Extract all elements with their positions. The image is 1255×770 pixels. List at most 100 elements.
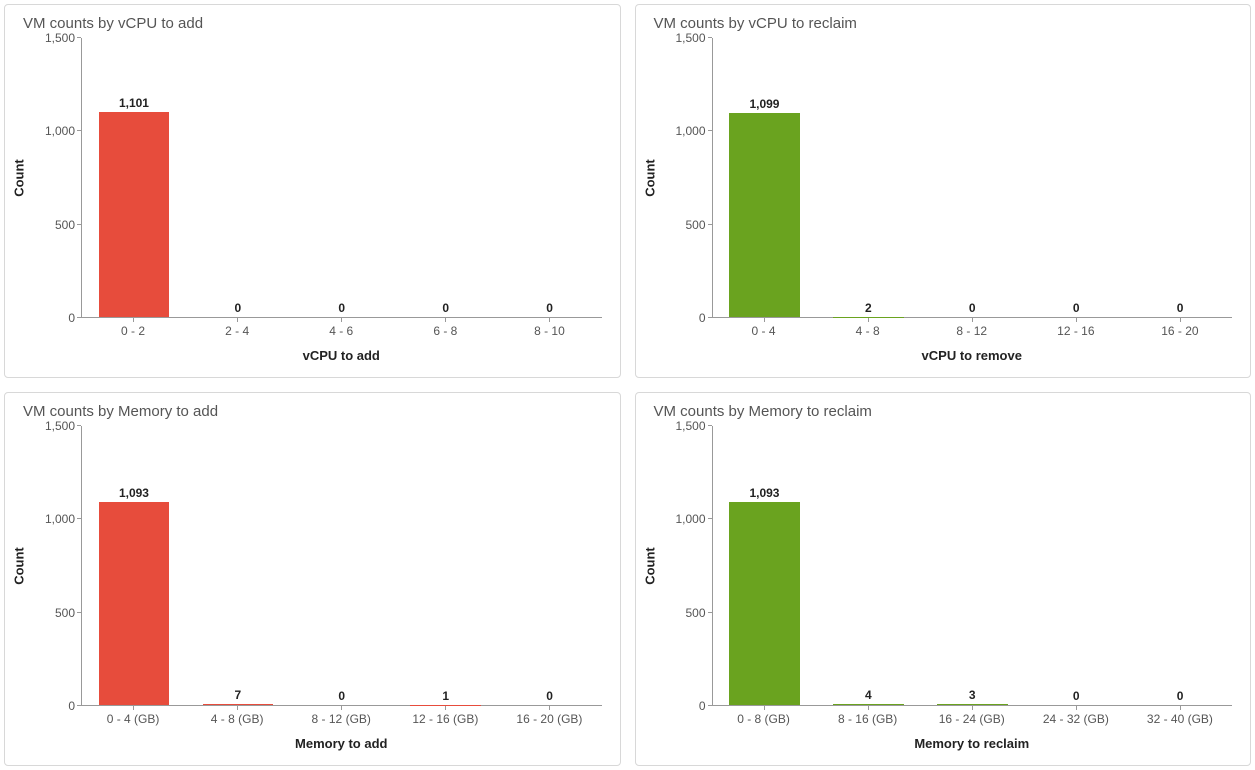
y-tick: 1,500	[45, 31, 75, 45]
bars-row: 1,093 7 0 1 0	[82, 426, 602, 705]
y-tick: 0	[68, 311, 75, 325]
panel-memory-add: VM counts by Memory to add Count 1,500 1…	[4, 392, 621, 766]
bar-value-label: 0	[546, 689, 553, 703]
panel-title: VM counts by Memory to add	[23, 403, 602, 420]
y-axis: 1,500 1,000 500 0	[654, 426, 712, 706]
x-ticks: 0 - 8 (GB) 8 - 16 (GB) 16 - 24 (GB) 24 -…	[712, 706, 1233, 726]
x-axis-label: vCPU to remove	[712, 348, 1233, 363]
bars-row: 1,099 2 0 0 0	[713, 38, 1233, 317]
bar-slot[interactable]: 0	[920, 38, 1024, 317]
x-tick: 4 - 6	[289, 318, 393, 338]
bar-slot[interactable]: 0	[1024, 38, 1128, 317]
y-axis: 1,500 1,000 500 0	[23, 426, 81, 706]
bar-value-label: 2	[865, 301, 872, 315]
bar-slot[interactable]: 2	[816, 38, 920, 317]
panel-title: VM counts by vCPU to add	[23, 15, 602, 32]
panel-title: VM counts by vCPU to reclaim	[654, 15, 1233, 32]
chart-area: Count 1,500 1,000 500 0 1,101 0 0 0 0	[23, 38, 602, 318]
y-tick: 500	[685, 218, 705, 232]
y-axis: 1,500 1,000 500 0	[23, 38, 81, 318]
bar-slot[interactable]: 0	[394, 38, 498, 317]
x-tick: 0 - 4 (GB)	[81, 706, 185, 726]
bar-slot[interactable]: 1,101	[82, 38, 186, 317]
y-tick: 500	[55, 218, 75, 232]
bar-slot[interactable]: 7	[186, 426, 290, 705]
bar-slot[interactable]: 0	[498, 38, 602, 317]
bar-slot[interactable]: 3	[920, 426, 1024, 705]
bar-value-label: 3	[969, 688, 976, 702]
panel-vcpu-reclaim: VM counts by vCPU to reclaim Count 1,500…	[635, 4, 1252, 378]
x-tick: 12 - 16	[1024, 318, 1128, 338]
y-axis: 1,500 1,000 500 0	[654, 38, 712, 318]
bar-value-label: 7	[235, 688, 242, 702]
panel-memory-reclaim: VM counts by Memory to reclaim Count 1,5…	[635, 392, 1252, 766]
y-tick: 500	[685, 606, 705, 620]
bar-slot[interactable]: 1,093	[82, 426, 186, 705]
x-tick: 8 - 12 (GB)	[289, 706, 393, 726]
panel-vcpu-add: VM counts by vCPU to add Count 1,500 1,0…	[4, 4, 621, 378]
x-axis-label: Memory to reclaim	[712, 736, 1233, 751]
y-tick: 1,500	[675, 419, 705, 433]
bar-slot[interactable]: 0	[186, 38, 290, 317]
bars-row: 1,093 4 3 0 0	[713, 426, 1233, 705]
bar-value-label: 4	[865, 688, 872, 702]
bar-value-label: 0	[338, 301, 345, 315]
bar-value-label: 0	[235, 301, 242, 315]
bar-slot[interactable]: 1,099	[713, 38, 817, 317]
bar-slot[interactable]: 0	[290, 38, 394, 317]
y-tick: 1,000	[45, 124, 75, 138]
y-tick: 1,500	[45, 419, 75, 433]
x-tick: 8 - 16 (GB)	[816, 706, 920, 726]
y-tick: 1,000	[675, 124, 705, 138]
panel-title: VM counts by Memory to reclaim	[654, 403, 1233, 420]
x-tick: 8 - 12	[920, 318, 1024, 338]
bar-value-label: 1,101	[119, 96, 149, 110]
bar-rect	[729, 502, 800, 705]
bar-value-label: 1,099	[749, 97, 779, 111]
bar-value-label: 0	[1073, 689, 1080, 703]
x-tick: 32 - 40 (GB)	[1128, 706, 1232, 726]
bar-rect	[99, 112, 170, 317]
x-tick: 0 - 8 (GB)	[712, 706, 816, 726]
plot-area: 1,101 0 0 0 0	[81, 38, 602, 318]
y-tick: 0	[699, 699, 706, 713]
x-tick: 4 - 8	[816, 318, 920, 338]
bar-slot[interactable]: 1,093	[713, 426, 817, 705]
x-ticks: 0 - 2 2 - 4 4 - 6 6 - 8 8 - 10	[81, 318, 602, 338]
dashboard-grid: VM counts by vCPU to add Count 1,500 1,0…	[0, 0, 1255, 770]
bar-slot[interactable]: 1	[394, 426, 498, 705]
x-ticks: 0 - 4 4 - 8 8 - 12 12 - 16 16 - 20	[712, 318, 1233, 338]
x-tick: 6 - 8	[393, 318, 497, 338]
x-tick: 2 - 4	[185, 318, 289, 338]
bar-value-label: 0	[442, 301, 449, 315]
bar-slot[interactable]: 0	[290, 426, 394, 705]
bar-slot[interactable]: 0	[498, 426, 602, 705]
bar-slot[interactable]: 0	[1128, 38, 1232, 317]
y-tick: 0	[699, 311, 706, 325]
bar-rect	[937, 704, 1008, 705]
x-axis-label: vCPU to add	[81, 348, 602, 363]
x-tick: 0 - 2	[81, 318, 185, 338]
bar-value-label: 1	[442, 689, 449, 703]
y-tick: 1,500	[675, 31, 705, 45]
x-tick: 24 - 32 (GB)	[1024, 706, 1128, 726]
chart-area: Count 1,500 1,000 500 0 1,093 4 3 0 0	[654, 426, 1233, 706]
bar-slot[interactable]: 0	[1128, 426, 1232, 705]
bar-value-label: 0	[969, 301, 976, 315]
bar-value-label: 0	[1177, 689, 1184, 703]
x-ticks: 0 - 4 (GB) 4 - 8 (GB) 8 - 12 (GB) 12 - 1…	[81, 706, 602, 726]
bar-rect	[729, 113, 800, 317]
bar-value-label: 1,093	[119, 486, 149, 500]
x-tick: 4 - 8 (GB)	[185, 706, 289, 726]
chart-area: Count 1,500 1,000 500 0 1,099 2 0 0 0	[654, 38, 1233, 318]
bar-rect	[99, 502, 170, 705]
x-axis-label: Memory to add	[81, 736, 602, 751]
x-tick: 16 - 20 (GB)	[497, 706, 601, 726]
bar-slot[interactable]: 0	[1024, 426, 1128, 705]
bar-rect	[203, 704, 274, 705]
x-tick: 12 - 16 (GB)	[393, 706, 497, 726]
bar-value-label: 0	[338, 689, 345, 703]
bar-value-label: 1,093	[749, 486, 779, 500]
bar-value-label: 0	[1177, 301, 1184, 315]
bar-slot[interactable]: 4	[816, 426, 920, 705]
